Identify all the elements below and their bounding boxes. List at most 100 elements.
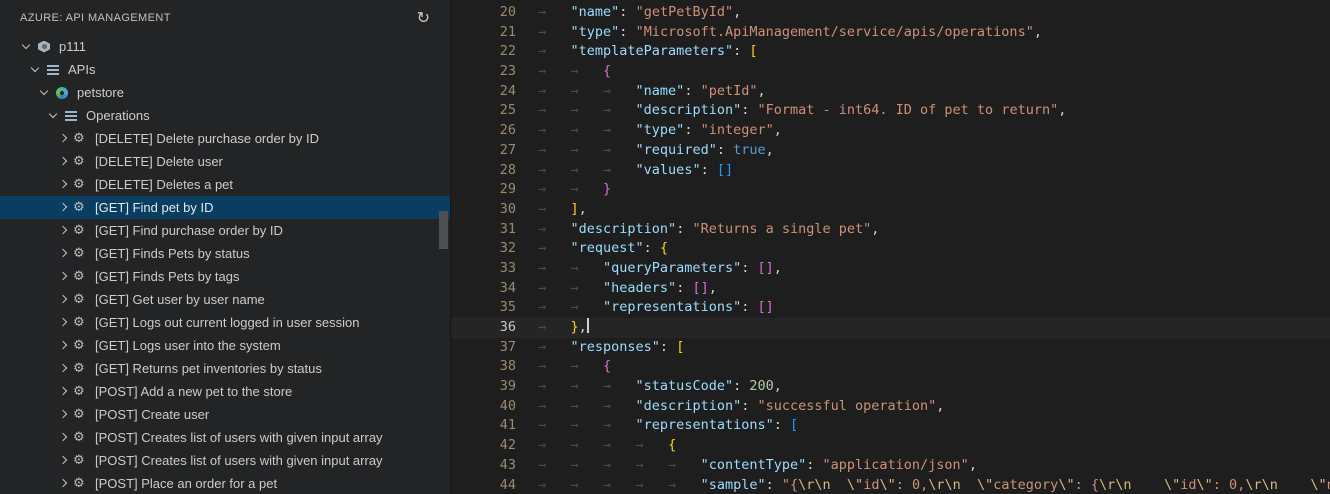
code-line[interactable]: 44 → → → → → "sample": "{\r\n \"id\": 0,\… bbox=[451, 476, 1330, 494]
code-text[interactable]: → "name": "getPetById", bbox=[538, 3, 741, 23]
code-line[interactable]: 43 → → → → → "contentType": "application/… bbox=[451, 456, 1330, 476]
tree-item[interactable]: [POST] Creates list of users with given … bbox=[0, 426, 450, 449]
tree-item[interactable]: [DELETE] Delete user bbox=[0, 150, 450, 173]
code-text[interactable]: → → → → → "sample": "{\r\n \"id\": 0,\r\… bbox=[538, 476, 1330, 494]
line-number[interactable]: 21 bbox=[451, 23, 538, 43]
line-number[interactable]: 44 bbox=[451, 476, 538, 494]
code-line[interactable]: 41 → → → "representations": [ bbox=[451, 416, 1330, 436]
line-number[interactable]: 35 bbox=[451, 298, 538, 318]
line-number[interactable]: 30 bbox=[451, 200, 538, 220]
chevron-down-icon[interactable] bbox=[27, 62, 45, 78]
chevron-right-icon[interactable] bbox=[54, 246, 72, 262]
code-line[interactable]: 33 → → "queryParameters": [], bbox=[451, 259, 1330, 279]
tree-item[interactable]: [GET] Returns pet inventories by status bbox=[0, 357, 450, 380]
code-text[interactable]: → → "representations": [] bbox=[538, 298, 774, 318]
code-text[interactable]: → → → → { bbox=[538, 436, 676, 456]
code-text[interactable]: → → → "statusCode": 200, bbox=[538, 377, 782, 397]
code-line[interactable]: 39 → → → "statusCode": 200, bbox=[451, 377, 1330, 397]
chevron-right-icon[interactable] bbox=[54, 177, 72, 193]
line-number[interactable]: 38 bbox=[451, 357, 538, 377]
code-text[interactable]: → → → "description": "successful operati… bbox=[538, 397, 944, 417]
chevron-right-icon[interactable] bbox=[54, 476, 72, 492]
chevron-right-icon[interactable] bbox=[54, 407, 72, 423]
code-line[interactable]: 34 → → "headers": [], bbox=[451, 279, 1330, 299]
code-line[interactable]: 30 → ], bbox=[451, 200, 1330, 220]
tree-item[interactable]: [DELETE] Delete purchase order by ID bbox=[0, 127, 450, 150]
line-number[interactable]: 41 bbox=[451, 416, 538, 436]
line-number[interactable]: 24 bbox=[451, 82, 538, 102]
tree-item[interactable]: [GET] Finds Pets by status bbox=[0, 242, 450, 265]
line-number[interactable]: 32 bbox=[451, 239, 538, 259]
tree-item[interactable]: [POST] Place an order for a pet bbox=[0, 472, 450, 494]
tree-item[interactable]: [DELETE] Deletes a pet bbox=[0, 173, 450, 196]
code-text[interactable]: → "responses": [ bbox=[538, 338, 684, 358]
scrollbar-thumb[interactable] bbox=[439, 211, 448, 249]
code-line[interactable]: 29 → → } bbox=[451, 180, 1330, 200]
chevron-right-icon[interactable] bbox=[54, 154, 72, 170]
line-number[interactable]: 39 bbox=[451, 377, 538, 397]
line-number[interactable]: 28 bbox=[451, 161, 538, 181]
code-text[interactable]: → → → "name": "petId", bbox=[538, 82, 766, 102]
chevron-right-icon[interactable] bbox=[54, 200, 72, 216]
refresh-icon[interactable]: ↻ bbox=[417, 9, 430, 26]
code-line[interactable]: 36 → }, bbox=[451, 318, 1330, 338]
tree-item[interactable]: [GET] Logs user into the system bbox=[0, 334, 450, 357]
tree-item[interactable]: [GET] Get user by user name bbox=[0, 288, 450, 311]
tree-item[interactable]: [GET] Finds Pets by tags bbox=[0, 265, 450, 288]
line-number[interactable]: 31 bbox=[451, 220, 538, 240]
line-number[interactable]: 26 bbox=[451, 121, 538, 141]
tree-item[interactable]: [POST] Creates list of users with given … bbox=[0, 449, 450, 472]
chevron-right-icon[interactable] bbox=[54, 315, 72, 331]
code-text[interactable]: → ], bbox=[538, 200, 587, 220]
tree-item[interactable]: [GET] Find purchase order by ID bbox=[0, 219, 450, 242]
code-text[interactable]: → → { bbox=[538, 357, 611, 377]
code-text[interactable]: → → → "required": true, bbox=[538, 141, 774, 161]
line-number[interactable]: 37 bbox=[451, 338, 538, 358]
chevron-right-icon[interactable] bbox=[54, 430, 72, 446]
chevron-right-icon[interactable] bbox=[54, 269, 72, 285]
chevron-right-icon[interactable] bbox=[54, 338, 72, 354]
chevron-down-icon[interactable] bbox=[18, 39, 36, 55]
code-text[interactable]: → → → "representations": [ bbox=[538, 416, 798, 436]
code-line[interactable]: 22 → "templateParameters": [ bbox=[451, 42, 1330, 62]
line-number[interactable]: 23 bbox=[451, 62, 538, 82]
code-line[interactable]: 40 → → → "description": "successful opera… bbox=[451, 397, 1330, 417]
line-number[interactable]: 42 bbox=[451, 436, 538, 456]
tree-item[interactable]: p111 bbox=[0, 35, 450, 58]
chevron-right-icon[interactable] bbox=[54, 453, 72, 469]
tree-item[interactable]: [GET] Find pet by ID bbox=[0, 196, 450, 219]
code-text[interactable]: → "description": "Returns a single pet", bbox=[538, 220, 879, 240]
tree-item[interactable]: [POST] Create user bbox=[0, 403, 450, 426]
chevron-down-icon[interactable] bbox=[45, 108, 63, 124]
code-text[interactable]: → → } bbox=[538, 180, 611, 200]
code-text[interactable]: → → { bbox=[538, 62, 611, 82]
code-text[interactable]: → → → "description": "Format - int64. ID… bbox=[538, 101, 1066, 121]
line-number[interactable]: 20 bbox=[451, 3, 538, 23]
code-line[interactable]: 20 → "name": "getPetById", bbox=[451, 3, 1330, 23]
line-number[interactable]: 33 bbox=[451, 259, 538, 279]
code-line[interactable]: 35 → → "representations": [] bbox=[451, 298, 1330, 318]
code-line[interactable]: 32 → "request": { bbox=[451, 239, 1330, 259]
code-line[interactable]: 21 → "type": "Microsoft.ApiManagement/ser… bbox=[451, 23, 1330, 43]
code-text[interactable]: → → "headers": [], bbox=[538, 279, 717, 299]
code-text[interactable]: → "templateParameters": [ bbox=[538, 42, 757, 62]
code-line[interactable]: 24 → → → "name": "petId", bbox=[451, 82, 1330, 102]
code-line[interactable]: 28 → → → "values": [] bbox=[451, 161, 1330, 181]
line-number[interactable]: 27 bbox=[451, 141, 538, 161]
code-line[interactable]: 25 → → → "description": "Format - int64. … bbox=[451, 101, 1330, 121]
tree-item[interactable]: APIs bbox=[0, 58, 450, 81]
code-line[interactable]: 31 → "description": "Returns a single pet… bbox=[451, 220, 1330, 240]
line-number[interactable]: 29 bbox=[451, 180, 538, 200]
chevron-right-icon[interactable] bbox=[54, 292, 72, 308]
chevron-right-icon[interactable] bbox=[54, 223, 72, 239]
chevron-right-icon[interactable] bbox=[54, 361, 72, 377]
tree-item[interactable]: [GET] Logs out current logged in user se… bbox=[0, 311, 450, 334]
code-text[interactable]: → → → "type": "integer", bbox=[538, 121, 782, 141]
line-number[interactable]: 43 bbox=[451, 456, 538, 476]
tree-item[interactable]: Operations bbox=[0, 104, 450, 127]
code-text[interactable]: → "request": { bbox=[538, 239, 668, 259]
line-number[interactable]: 22 bbox=[451, 42, 538, 62]
tree-item[interactable]: [POST] Add a new pet to the store bbox=[0, 380, 450, 403]
chevron-down-icon[interactable] bbox=[36, 85, 54, 101]
code-line[interactable]: 26 → → → "type": "integer", bbox=[451, 121, 1330, 141]
